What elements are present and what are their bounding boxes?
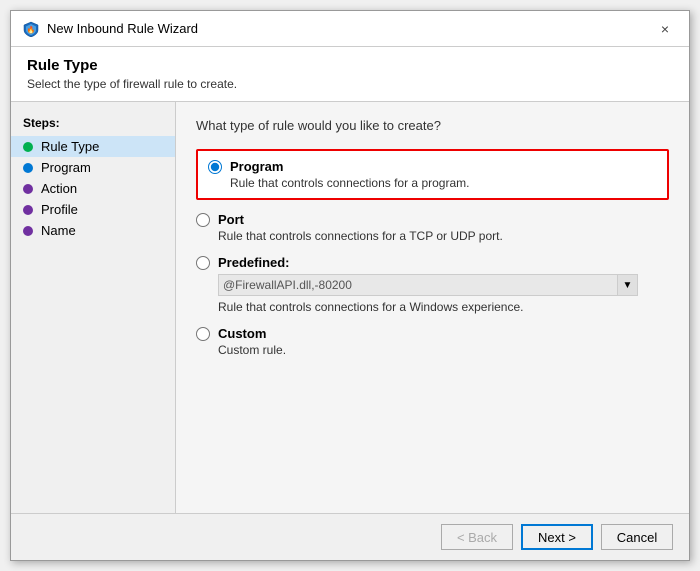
sidebar: Steps: Rule Type Program Action Profile … xyxy=(11,102,176,513)
step-dot-rule-type xyxy=(23,142,33,152)
question-text: What type of rule would you like to crea… xyxy=(196,118,669,133)
title-bar: 🔥 New Inbound Rule Wizard × xyxy=(11,11,689,47)
option-custom: Custom Custom rule. xyxy=(196,326,669,357)
custom-label[interactable]: Custom xyxy=(218,326,266,341)
dialog-title: New Inbound Rule Wizard xyxy=(47,21,198,36)
main-content: What type of rule would you like to crea… xyxy=(176,102,689,513)
sidebar-item-name[interactable]: Name xyxy=(11,220,175,241)
svg-text:🔥: 🔥 xyxy=(27,25,36,34)
port-label[interactable]: Port xyxy=(218,212,244,227)
sidebar-label-rule-type: Rule Type xyxy=(41,139,99,154)
sidebar-item-program[interactable]: Program xyxy=(11,157,175,178)
radio-group: Program Rule that controls connections f… xyxy=(196,149,669,357)
dialog: 🔥 New Inbound Rule Wizard × Rule Type Se… xyxy=(10,10,690,561)
content-area: Steps: Rule Type Program Action Profile … xyxy=(11,102,689,513)
option-predefined: Predefined: @FirewallAPI.dll,-80200 ▼ Ru… xyxy=(196,255,669,314)
sidebar-label-profile: Profile xyxy=(41,202,78,217)
sidebar-label-action: Action xyxy=(41,181,77,196)
step-dot-name xyxy=(23,226,33,236)
port-label-row: Port xyxy=(196,212,669,227)
sidebar-steps-label: Steps: xyxy=(11,112,175,136)
custom-desc: Custom rule. xyxy=(218,343,669,357)
radio-predefined[interactable] xyxy=(196,256,210,270)
option-program: Program Rule that controls connections f… xyxy=(196,149,669,200)
footer: < Back Next > Cancel xyxy=(11,513,689,560)
sidebar-item-rule-type[interactable]: Rule Type xyxy=(11,136,175,157)
header-subtitle: Select the type of firewall rule to crea… xyxy=(27,77,673,91)
cancel-button[interactable]: Cancel xyxy=(601,524,673,550)
next-button[interactable]: Next > xyxy=(521,524,593,550)
predefined-label[interactable]: Predefined: xyxy=(218,255,290,270)
predefined-label-row: Predefined: xyxy=(196,255,669,270)
program-desc: Rule that controls connections for a pro… xyxy=(230,176,657,190)
predefined-dropdown-row: @FirewallAPI.dll,-80200 ▼ xyxy=(218,274,669,296)
sidebar-item-profile[interactable]: Profile xyxy=(11,199,175,220)
predefined-select[interactable]: @FirewallAPI.dll,-80200 xyxy=(218,274,618,296)
custom-label-row: Custom xyxy=(196,326,669,341)
predefined-desc: Rule that controls connections for a Win… xyxy=(218,300,669,314)
title-bar-left: 🔥 New Inbound Rule Wizard xyxy=(23,21,198,37)
sidebar-label-program: Program xyxy=(41,160,91,175)
predefined-arrow-icon[interactable]: ▼ xyxy=(618,274,638,296)
port-desc: Rule that controls connections for a TCP… xyxy=(218,229,669,243)
step-dot-action xyxy=(23,184,33,194)
header-section: Rule Type Select the type of firewall ru… xyxy=(11,47,689,102)
close-button[interactable]: × xyxy=(653,17,677,41)
radio-custom[interactable] xyxy=(196,327,210,341)
program-label[interactable]: Program xyxy=(230,159,283,174)
radio-port[interactable] xyxy=(196,213,210,227)
header-title: Rule Type xyxy=(27,57,673,74)
step-dot-profile xyxy=(23,205,33,215)
sidebar-label-name: Name xyxy=(41,223,76,238)
program-label-row: Program xyxy=(208,159,657,174)
app-icon: 🔥 xyxy=(23,21,39,37)
step-dot-program xyxy=(23,163,33,173)
back-button[interactable]: < Back xyxy=(441,524,513,550)
option-port: Port Rule that controls connections for … xyxy=(196,212,669,243)
sidebar-item-action[interactable]: Action xyxy=(11,178,175,199)
radio-program[interactable] xyxy=(208,160,222,174)
